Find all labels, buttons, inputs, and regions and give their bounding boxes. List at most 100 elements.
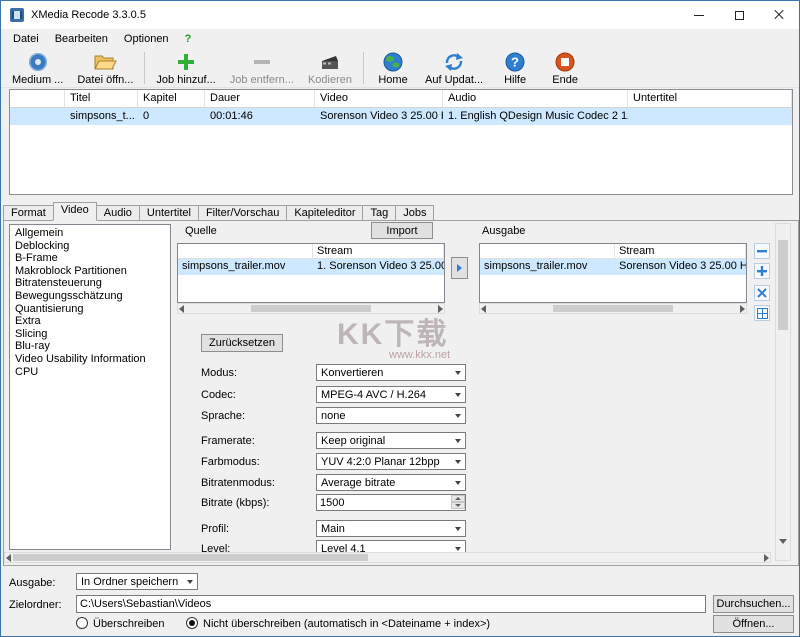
tab-video[interactable]: Video bbox=[53, 202, 97, 221]
bitratenmodus-select[interactable]: Average bitrate bbox=[316, 474, 466, 491]
tab-jobs[interactable]: Jobs bbox=[395, 205, 434, 221]
tab-tag[interactable]: Tag bbox=[362, 205, 396, 221]
menu-hilfe[interactable]: ? bbox=[177, 31, 200, 47]
tab-untertitel[interactable]: Untertitel bbox=[139, 205, 199, 221]
sidebar-item-bewegungsschaetzung[interactable]: Bewegungsschätzung bbox=[10, 290, 170, 303]
source-stream-row[interactable]: simpsons_trailer.mov 1. Sorenson Video 3… bbox=[178, 259, 444, 275]
overwrite-radio[interactable]: Überschreiben bbox=[76, 617, 165, 630]
tab-format[interactable]: Format bbox=[3, 205, 54, 221]
sidebar-item-quantisierung[interactable]: Quantisierung bbox=[10, 303, 170, 316]
column-header-kapitel[interactable]: Kapitel bbox=[138, 90, 205, 107]
sidebar-item-cpu[interactable]: CPU bbox=[10, 366, 170, 379]
open-file-button[interactable]: Datei öffn... bbox=[70, 49, 140, 87]
sidebar-item-bitratensteuerung[interactable]: Bitratensteuerung bbox=[10, 277, 170, 290]
scroll-left-icon[interactable] bbox=[481, 305, 486, 313]
minimize-button[interactable] bbox=[679, 1, 719, 29]
chevron-down-icon bbox=[455, 547, 461, 551]
scroll-up-icon[interactable] bbox=[779, 228, 787, 240]
close-button[interactable] bbox=[759, 1, 799, 29]
sidebar-item-slicing[interactable]: Slicing bbox=[10, 328, 170, 341]
stream-grid-button[interactable] bbox=[754, 305, 770, 321]
update-button[interactable]: Auf Updat... bbox=[418, 49, 490, 87]
menu-optionen[interactable]: Optionen bbox=[116, 31, 177, 47]
radio-unchecked-icon[interactable] bbox=[76, 617, 88, 629]
output-stream-row[interactable]: simpsons_trailer.mov Sorenson Video 3 25… bbox=[480, 259, 746, 275]
hscroll-thumb[interactable] bbox=[13, 554, 368, 561]
copy-stream-button[interactable] bbox=[451, 257, 468, 279]
job-row-selected[interactable]: simpsons_t... 0 00:01:46 Sorenson Video … bbox=[10, 108, 792, 125]
radio-checked-icon[interactable] bbox=[186, 617, 198, 629]
sidebar-item-vui[interactable]: Video Usability Information bbox=[10, 353, 170, 366]
farbmodus-select[interactable]: YUV 4:2:0 Planar 12bpp bbox=[316, 453, 466, 470]
stream-remove-button[interactable] bbox=[754, 285, 770, 301]
menu-datei[interactable]: Datei bbox=[5, 31, 47, 47]
app-icon bbox=[9, 7, 25, 23]
panel-hscrollbar[interactable] bbox=[4, 552, 771, 563]
column-header-titel[interactable]: Titel bbox=[65, 90, 138, 107]
vscroll-thumb[interactable] bbox=[778, 240, 788, 330]
spin-up-icon[interactable] bbox=[451, 495, 465, 502]
plus-icon bbox=[176, 50, 196, 74]
reset-button[interactable]: Zurücksetzen bbox=[201, 334, 283, 352]
output-table-hscrollbar[interactable] bbox=[479, 303, 747, 314]
output-file-column[interactable] bbox=[480, 244, 615, 258]
scroll-left-icon[interactable] bbox=[179, 305, 184, 313]
menu-bearbeiten[interactable]: Bearbeiten bbox=[47, 31, 116, 47]
source-stream: 1. Sorenson Video 3 25.00 Hz, bbox=[313, 259, 444, 275]
bitrate-input[interactable] bbox=[316, 494, 466, 511]
scroll-right-icon[interactable] bbox=[764, 554, 769, 562]
sidebar-item-blu-ray[interactable]: Blu-ray bbox=[10, 340, 170, 353]
scroll-down-icon[interactable] bbox=[779, 544, 787, 556]
tab-kapiteleditor[interactable]: Kapiteleditor bbox=[286, 205, 363, 221]
sidebar-item-b-frame[interactable]: B-Frame bbox=[10, 252, 170, 265]
column-header-video[interactable]: Video bbox=[315, 90, 443, 107]
scroll-right-icon[interactable] bbox=[438, 305, 443, 313]
column-header-dauer[interactable]: Dauer bbox=[205, 90, 315, 107]
target-folder-input[interactable] bbox=[76, 595, 706, 613]
add-job-button[interactable]: Job hinzuf... bbox=[149, 49, 222, 87]
panel-vscrollbar[interactable] bbox=[775, 223, 791, 561]
scroll-left-icon[interactable] bbox=[6, 554, 11, 562]
exit-button[interactable]: Ende bbox=[540, 49, 590, 87]
target-folder-label: Zielordner: bbox=[9, 599, 62, 611]
modus-label: Modus: bbox=[201, 367, 237, 379]
bitrate-spinner[interactable] bbox=[451, 495, 465, 509]
stream-add-button[interactable] bbox=[754, 263, 770, 279]
encode-button[interactable]: Kodieren bbox=[301, 49, 359, 87]
spin-down-icon[interactable] bbox=[451, 502, 465, 509]
source-table-hscrollbar[interactable] bbox=[177, 303, 445, 314]
job-video: Sorenson Video 3 25.00 H... bbox=[315, 108, 443, 125]
sidebar-item-allgemein[interactable]: Allgemein bbox=[10, 227, 170, 240]
stream-up-button[interactable] bbox=[754, 243, 770, 259]
tab-audio[interactable]: Audio bbox=[96, 205, 140, 221]
column-header-untertitel[interactable]: Untertitel bbox=[628, 90, 792, 107]
open-button[interactable]: Öffnen... bbox=[713, 615, 794, 633]
sprache-select[interactable]: none bbox=[316, 407, 466, 424]
home-button[interactable]: Home bbox=[368, 49, 418, 87]
help-button[interactable]: ? Hilfe bbox=[490, 49, 540, 87]
column-header-audio[interactable]: Audio bbox=[443, 90, 628, 107]
source-stream-column[interactable]: Stream bbox=[313, 244, 444, 258]
source-file-column[interactable] bbox=[178, 244, 313, 258]
no-overwrite-radio[interactable]: Nicht überschreiben (automatisch in <Dat… bbox=[186, 617, 490, 630]
output-mode-select[interactable]: In Ordner speichern bbox=[76, 573, 198, 590]
modus-select[interactable]: Konvertieren bbox=[316, 364, 466, 381]
medium-button[interactable]: Medium ... bbox=[5, 49, 70, 87]
remove-job-button[interactable]: Job entfern... bbox=[223, 49, 301, 87]
sidebar-item-makroblock[interactable]: Makroblock Partitionen bbox=[10, 265, 170, 278]
tab-filter-vorschau[interactable]: Filter/Vorschau bbox=[198, 205, 287, 221]
job-audio: 1. English QDesign Music Codec 2 12... bbox=[443, 108, 628, 125]
column-header-blank[interactable] bbox=[10, 90, 65, 107]
profil-select[interactable]: Main bbox=[316, 520, 466, 537]
browse-button[interactable]: Durchsuchen... bbox=[713, 595, 794, 613]
sidebar-item-extra[interactable]: Extra bbox=[10, 315, 170, 328]
maximize-button[interactable] bbox=[719, 1, 759, 29]
codec-select[interactable]: MPEG-4 AVC / H.264 bbox=[316, 386, 466, 403]
sprache-label: Sprache: bbox=[201, 410, 245, 422]
output-stream-column[interactable]: Stream bbox=[615, 244, 746, 258]
output-label: Ausgabe bbox=[482, 225, 525, 237]
framerate-select[interactable]: Keep original bbox=[316, 432, 466, 449]
import-button[interactable]: Import bbox=[371, 222, 433, 239]
scroll-right-icon[interactable] bbox=[740, 305, 745, 313]
sidebar-item-deblocking[interactable]: Deblocking bbox=[10, 240, 170, 253]
